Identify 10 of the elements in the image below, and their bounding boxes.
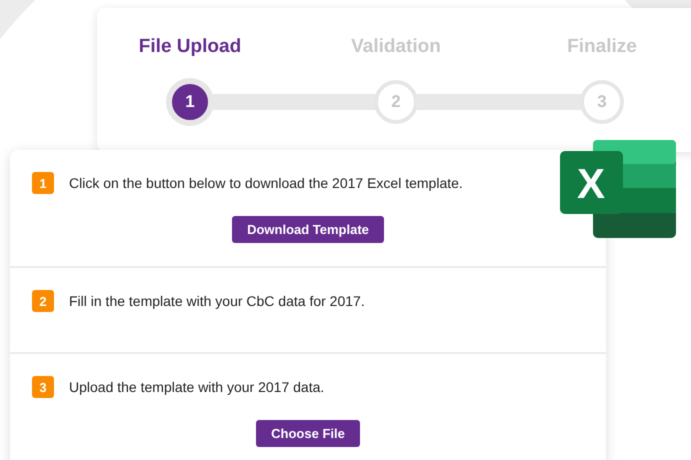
step-number: 2 [32, 290, 54, 312]
step-number: 1 [32, 172, 54, 194]
action-button[interactable]: Download Template [232, 216, 384, 243]
step-number: 3 [32, 376, 54, 398]
action-button[interactable]: Choose File [256, 420, 360, 447]
instruction-text: Fill in the template with your CbC data for 2017. [69, 293, 365, 309]
step-label: File Upload [138, 36, 242, 58]
instruction-text: Upload the template with your 2017 data. [69, 379, 324, 395]
instruction-text: Click on the button below to download the 2017 Excel template. [69, 175, 463, 191]
step-circle[interactable]: 1 [168, 80, 212, 124]
